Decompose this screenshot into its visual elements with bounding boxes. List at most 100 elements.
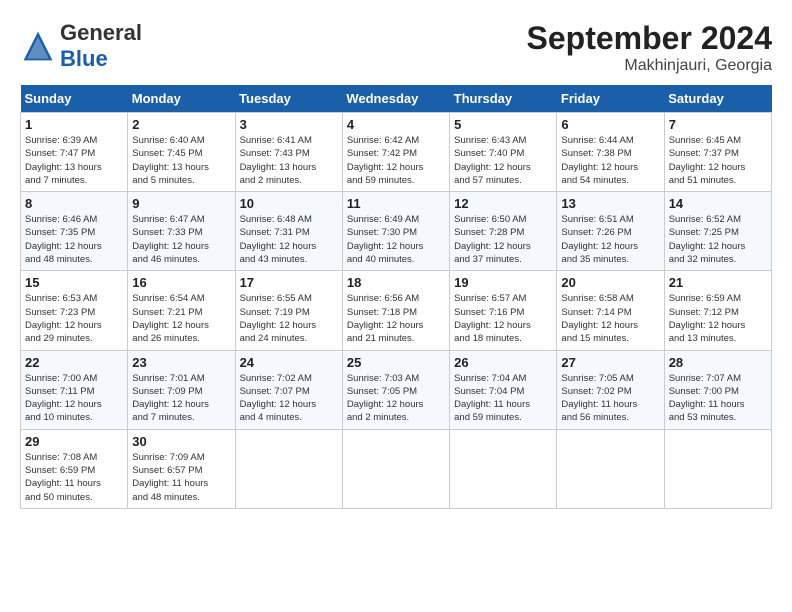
calendar-cell: 12 Sunrise: 6:50 AM Sunset: 7:28 PM Dayli…	[450, 192, 557, 271]
day-number: 9	[132, 196, 230, 211]
day-number: 4	[347, 117, 445, 132]
day-info: Sunrise: 6:48 AM Sunset: 7:31 PM Dayligh…	[240, 213, 338, 266]
day-number: 21	[669, 275, 767, 290]
day-number: 22	[25, 355, 123, 370]
calendar-cell: 17 Sunrise: 6:55 AM Sunset: 7:19 PM Dayli…	[235, 271, 342, 350]
calendar-cell: 22 Sunrise: 7:00 AM Sunset: 7:11 PM Dayli…	[21, 350, 128, 429]
weekday-header-saturday: Saturday	[664, 85, 771, 113]
day-info: Sunrise: 6:50 AM Sunset: 7:28 PM Dayligh…	[454, 213, 552, 266]
calendar-cell: 25 Sunrise: 7:03 AM Sunset: 7:05 PM Dayli…	[342, 350, 449, 429]
day-info: Sunrise: 7:09 AM Sunset: 6:57 PM Dayligh…	[132, 451, 230, 504]
day-info: Sunrise: 6:47 AM Sunset: 7:33 PM Dayligh…	[132, 213, 230, 266]
calendar-cell: 27 Sunrise: 7:05 AM Sunset: 7:02 PM Dayli…	[557, 350, 664, 429]
calendar-cell	[450, 429, 557, 508]
weekday-header-thursday: Thursday	[450, 85, 557, 113]
day-number: 11	[347, 196, 445, 211]
day-info: Sunrise: 6:57 AM Sunset: 7:16 PM Dayligh…	[454, 292, 552, 345]
calendar-cell: 11 Sunrise: 6:49 AM Sunset: 7:30 PM Dayli…	[342, 192, 449, 271]
day-info: Sunrise: 6:59 AM Sunset: 7:12 PM Dayligh…	[669, 292, 767, 345]
calendar-week-row: 1Sunrise: 6:39 AM Sunset: 7:47 PM Daylig…	[21, 113, 772, 192]
day-number: 6	[561, 117, 659, 132]
day-number: 12	[454, 196, 552, 211]
weekday-header-row: SundayMondayTuesdayWednesdayThursdayFrid…	[21, 85, 772, 113]
calendar-cell: 28 Sunrise: 7:07 AM Sunset: 7:00 PM Dayli…	[664, 350, 771, 429]
calendar-week-row: 22 Sunrise: 7:00 AM Sunset: 7:11 PM Dayli…	[21, 350, 772, 429]
weekday-header-tuesday: Tuesday	[235, 85, 342, 113]
day-number: 8	[25, 196, 123, 211]
day-number: 30	[132, 434, 230, 449]
calendar-cell: 3 Sunrise: 6:41 AM Sunset: 7:43 PM Daylig…	[235, 113, 342, 192]
day-number: 10	[240, 196, 338, 211]
day-number: 24	[240, 355, 338, 370]
day-number: 20	[561, 275, 659, 290]
calendar-cell: 9 Sunrise: 6:47 AM Sunset: 7:33 PM Daylig…	[128, 192, 235, 271]
day-info: Sunrise: 6:52 AM Sunset: 7:25 PM Dayligh…	[669, 213, 767, 266]
weekday-header-monday: Monday	[128, 85, 235, 113]
calendar-cell: 1Sunrise: 6:39 AM Sunset: 7:47 PM Daylig…	[21, 113, 128, 192]
calendar-week-row: 15Sunrise: 6:53 AM Sunset: 7:23 PM Dayli…	[21, 271, 772, 350]
day-number: 3	[240, 117, 338, 132]
day-info: Sunrise: 7:02 AM Sunset: 7:07 PM Dayligh…	[240, 372, 338, 425]
day-info: Sunrise: 6:40 AM Sunset: 7:45 PM Dayligh…	[132, 134, 230, 187]
day-info: Sunrise: 6:56 AM Sunset: 7:18 PM Dayligh…	[347, 292, 445, 345]
day-info: Sunrise: 7:07 AM Sunset: 7:00 PM Dayligh…	[669, 372, 767, 425]
day-number: 26	[454, 355, 552, 370]
calendar-cell: 10 Sunrise: 6:48 AM Sunset: 7:31 PM Dayli…	[235, 192, 342, 271]
day-number: 13	[561, 196, 659, 211]
calendar-week-row: 8 Sunrise: 6:46 AM Sunset: 7:35 PM Daylig…	[21, 192, 772, 271]
day-info: Sunrise: 6:45 AM Sunset: 7:37 PM Dayligh…	[669, 134, 767, 187]
day-info: Sunrise: 7:00 AM Sunset: 7:11 PM Dayligh…	[25, 372, 123, 425]
day-number: 28	[669, 355, 767, 370]
day-number: 16	[132, 275, 230, 290]
day-info: Sunrise: 6:43 AM Sunset: 7:40 PM Dayligh…	[454, 134, 552, 187]
day-number: 5	[454, 117, 552, 132]
day-info: Sunrise: 6:51 AM Sunset: 7:26 PM Dayligh…	[561, 213, 659, 266]
day-info: Sunrise: 6:46 AM Sunset: 7:35 PM Dayligh…	[25, 213, 123, 266]
day-info: Sunrise: 6:55 AM Sunset: 7:19 PM Dayligh…	[240, 292, 338, 345]
day-info: Sunrise: 7:03 AM Sunset: 7:05 PM Dayligh…	[347, 372, 445, 425]
day-info: Sunrise: 6:58 AM Sunset: 7:14 PM Dayligh…	[561, 292, 659, 345]
calendar-cell: 4 Sunrise: 6:42 AM Sunset: 7:42 PM Daylig…	[342, 113, 449, 192]
logo: General Blue	[20, 20, 142, 72]
day-number: 18	[347, 275, 445, 290]
day-info: Sunrise: 6:49 AM Sunset: 7:30 PM Dayligh…	[347, 213, 445, 266]
day-number: 2	[132, 117, 230, 132]
day-number: 29	[25, 434, 123, 449]
day-info: Sunrise: 6:39 AM Sunset: 7:47 PM Dayligh…	[25, 134, 123, 187]
calendar-cell: 29Sunrise: 7:08 AM Sunset: 6:59 PM Dayli…	[21, 429, 128, 508]
day-number: 14	[669, 196, 767, 211]
day-number: 7	[669, 117, 767, 132]
day-info: Sunrise: 6:54 AM Sunset: 7:21 PM Dayligh…	[132, 292, 230, 345]
day-info: Sunrise: 6:41 AM Sunset: 7:43 PM Dayligh…	[240, 134, 338, 187]
calendar-cell: 26Sunrise: 7:04 AM Sunset: 7:04 PM Dayli…	[450, 350, 557, 429]
title-block: September 2024 Makhinjauri, Georgia	[527, 20, 772, 75]
calendar-cell: 7 Sunrise: 6:45 AM Sunset: 7:37 PM Daylig…	[664, 113, 771, 192]
day-number: 19	[454, 275, 552, 290]
calendar-table: SundayMondayTuesdayWednesdayThursdayFrid…	[20, 85, 772, 509]
calendar-cell: 23 Sunrise: 7:01 AM Sunset: 7:09 PM Dayli…	[128, 350, 235, 429]
calendar-cell: 19 Sunrise: 6:57 AM Sunset: 7:16 PM Dayli…	[450, 271, 557, 350]
day-info: Sunrise: 6:44 AM Sunset: 7:38 PM Dayligh…	[561, 134, 659, 187]
calendar-cell: 13 Sunrise: 6:51 AM Sunset: 7:26 PM Dayli…	[557, 192, 664, 271]
logo-blue: Blue	[60, 46, 108, 71]
day-number: 17	[240, 275, 338, 290]
calendar-cell	[664, 429, 771, 508]
calendar-cell: 6 Sunrise: 6:44 AM Sunset: 7:38 PM Daylig…	[557, 113, 664, 192]
calendar-cell: 21 Sunrise: 6:59 AM Sunset: 7:12 PM Dayli…	[664, 271, 771, 350]
day-info: Sunrise: 7:01 AM Sunset: 7:09 PM Dayligh…	[132, 372, 230, 425]
calendar-cell: 18 Sunrise: 6:56 AM Sunset: 7:18 PM Dayli…	[342, 271, 449, 350]
weekday-header-sunday: Sunday	[21, 85, 128, 113]
calendar-cell: 24 Sunrise: 7:02 AM Sunset: 7:07 PM Dayli…	[235, 350, 342, 429]
page-header: General Blue September 2024 Makhinjauri,…	[20, 20, 772, 75]
day-number: 25	[347, 355, 445, 370]
calendar-cell: 30 Sunrise: 7:09 AM Sunset: 6:57 PM Dayli…	[128, 429, 235, 508]
day-number: 23	[132, 355, 230, 370]
logo-general: General	[60, 20, 142, 45]
calendar-week-row: 29Sunrise: 7:08 AM Sunset: 6:59 PM Dayli…	[21, 429, 772, 508]
day-number: 27	[561, 355, 659, 370]
day-info: Sunrise: 6:42 AM Sunset: 7:42 PM Dayligh…	[347, 134, 445, 187]
day-info: Sunrise: 7:05 AM Sunset: 7:02 PM Dayligh…	[561, 372, 659, 425]
calendar-cell: 8 Sunrise: 6:46 AM Sunset: 7:35 PM Daylig…	[21, 192, 128, 271]
calendar-cell: 2 Sunrise: 6:40 AM Sunset: 7:45 PM Daylig…	[128, 113, 235, 192]
calendar-cell: 15Sunrise: 6:53 AM Sunset: 7:23 PM Dayli…	[21, 271, 128, 350]
